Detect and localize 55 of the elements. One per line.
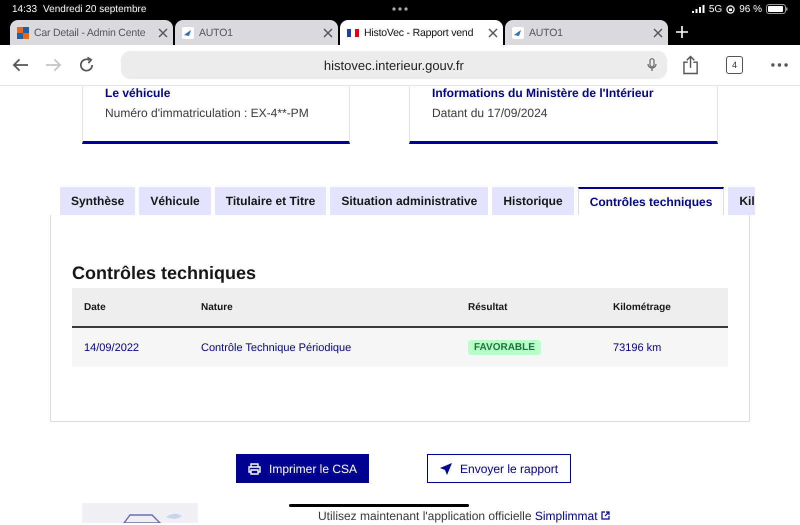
column-header: Date: [83, 302, 107, 312]
send-icon: [440, 462, 452, 474]
back-icon[interactable]: [12, 57, 29, 73]
signal-icon: [692, 5, 705, 13]
arrow-logo-icon: [512, 26, 524, 38]
browser-tab[interactable]: Car Detail - Admin Cente: [10, 20, 173, 45]
section-tab[interactable]: Titulaire et Titre: [214, 187, 326, 215]
external-link-icon: [600, 511, 610, 520]
browser-tab[interactable]: AUTO1: [505, 20, 668, 45]
footer-text: Utilisez maintenant l'application officielle Simplimmat: [318, 509, 610, 523]
section-tab[interactable]: Kil: [728, 187, 755, 215]
section-tab[interactable]: Contrôles techniques: [578, 187, 724, 215]
close-icon[interactable]: [653, 28, 663, 38]
print-button[interactable]: Imprimer le CSA: [236, 454, 370, 483]
card-title: Le véhicule: [105, 86, 172, 100]
card-title: Informations du Ministère de l'Intérieur: [432, 86, 655, 100]
simplimmat-link[interactable]: Simplimmat: [534, 509, 598, 523]
section-heading: Contrôles techniques: [72, 263, 258, 284]
send-button[interactable]: Envoyer le rapport: [427, 454, 572, 483]
flag-icon: [347, 28, 359, 36]
browser-tab[interactable]: HistoVec - Rapport vend: [340, 20, 503, 45]
grid-logo-icon: [17, 26, 29, 38]
column-header: Nature: [200, 302, 234, 312]
section-tab[interactable]: Véhicule: [139, 187, 211, 215]
more-dots-icon[interactable]: [392, 7, 408, 11]
battery-percent: 96 %: [739, 4, 762, 14]
table-cell: 14/09/2022: [84, 342, 140, 354]
section-tab[interactable]: Historique: [492, 187, 574, 215]
arrow-logo-icon: [182, 26, 194, 38]
reload-icon[interactable]: [78, 56, 95, 74]
column-header: Résultat: [467, 302, 508, 312]
section-tab[interactable]: Situation administrative: [330, 187, 488, 215]
rotation-lock-icon: [726, 4, 736, 14]
address-bar[interactable]: histovec.interieur.gouv.fr: [120, 51, 667, 79]
section-tab[interactable]: Synthèse: [60, 187, 136, 215]
tab-count-button[interactable]: 4: [726, 56, 744, 74]
browser-tab[interactable]: AUTO1: [175, 20, 338, 45]
printer-icon: [248, 462, 261, 474]
new-tab-icon[interactable]: [676, 26, 688, 38]
column-header: Kilométrage: [612, 302, 672, 312]
table-cell: 73196 km: [613, 342, 662, 354]
close-icon[interactable]: [323, 28, 333, 38]
close-icon[interactable]: [488, 28, 498, 38]
clock-time: 14:33: [12, 4, 38, 14]
battery-icon: [766, 4, 788, 14]
more-icon[interactable]: [771, 63, 788, 67]
card-text: Datant du 17/09/2024: [432, 106, 548, 120]
microphone-icon[interactable]: [646, 58, 657, 72]
close-icon[interactable]: [158, 28, 168, 38]
share-icon[interactable]: [682, 55, 698, 75]
card-text: Numéro d'immatriculation : EX-4**-PM: [105, 106, 310, 120]
date-label: Vendredi 20 septembre: [43, 4, 146, 14]
network-label: 5G: [708, 4, 722, 14]
status-badge: FAVORABLE: [468, 340, 541, 355]
table-cell: Contrôle Technique Périodique: [201, 342, 352, 354]
